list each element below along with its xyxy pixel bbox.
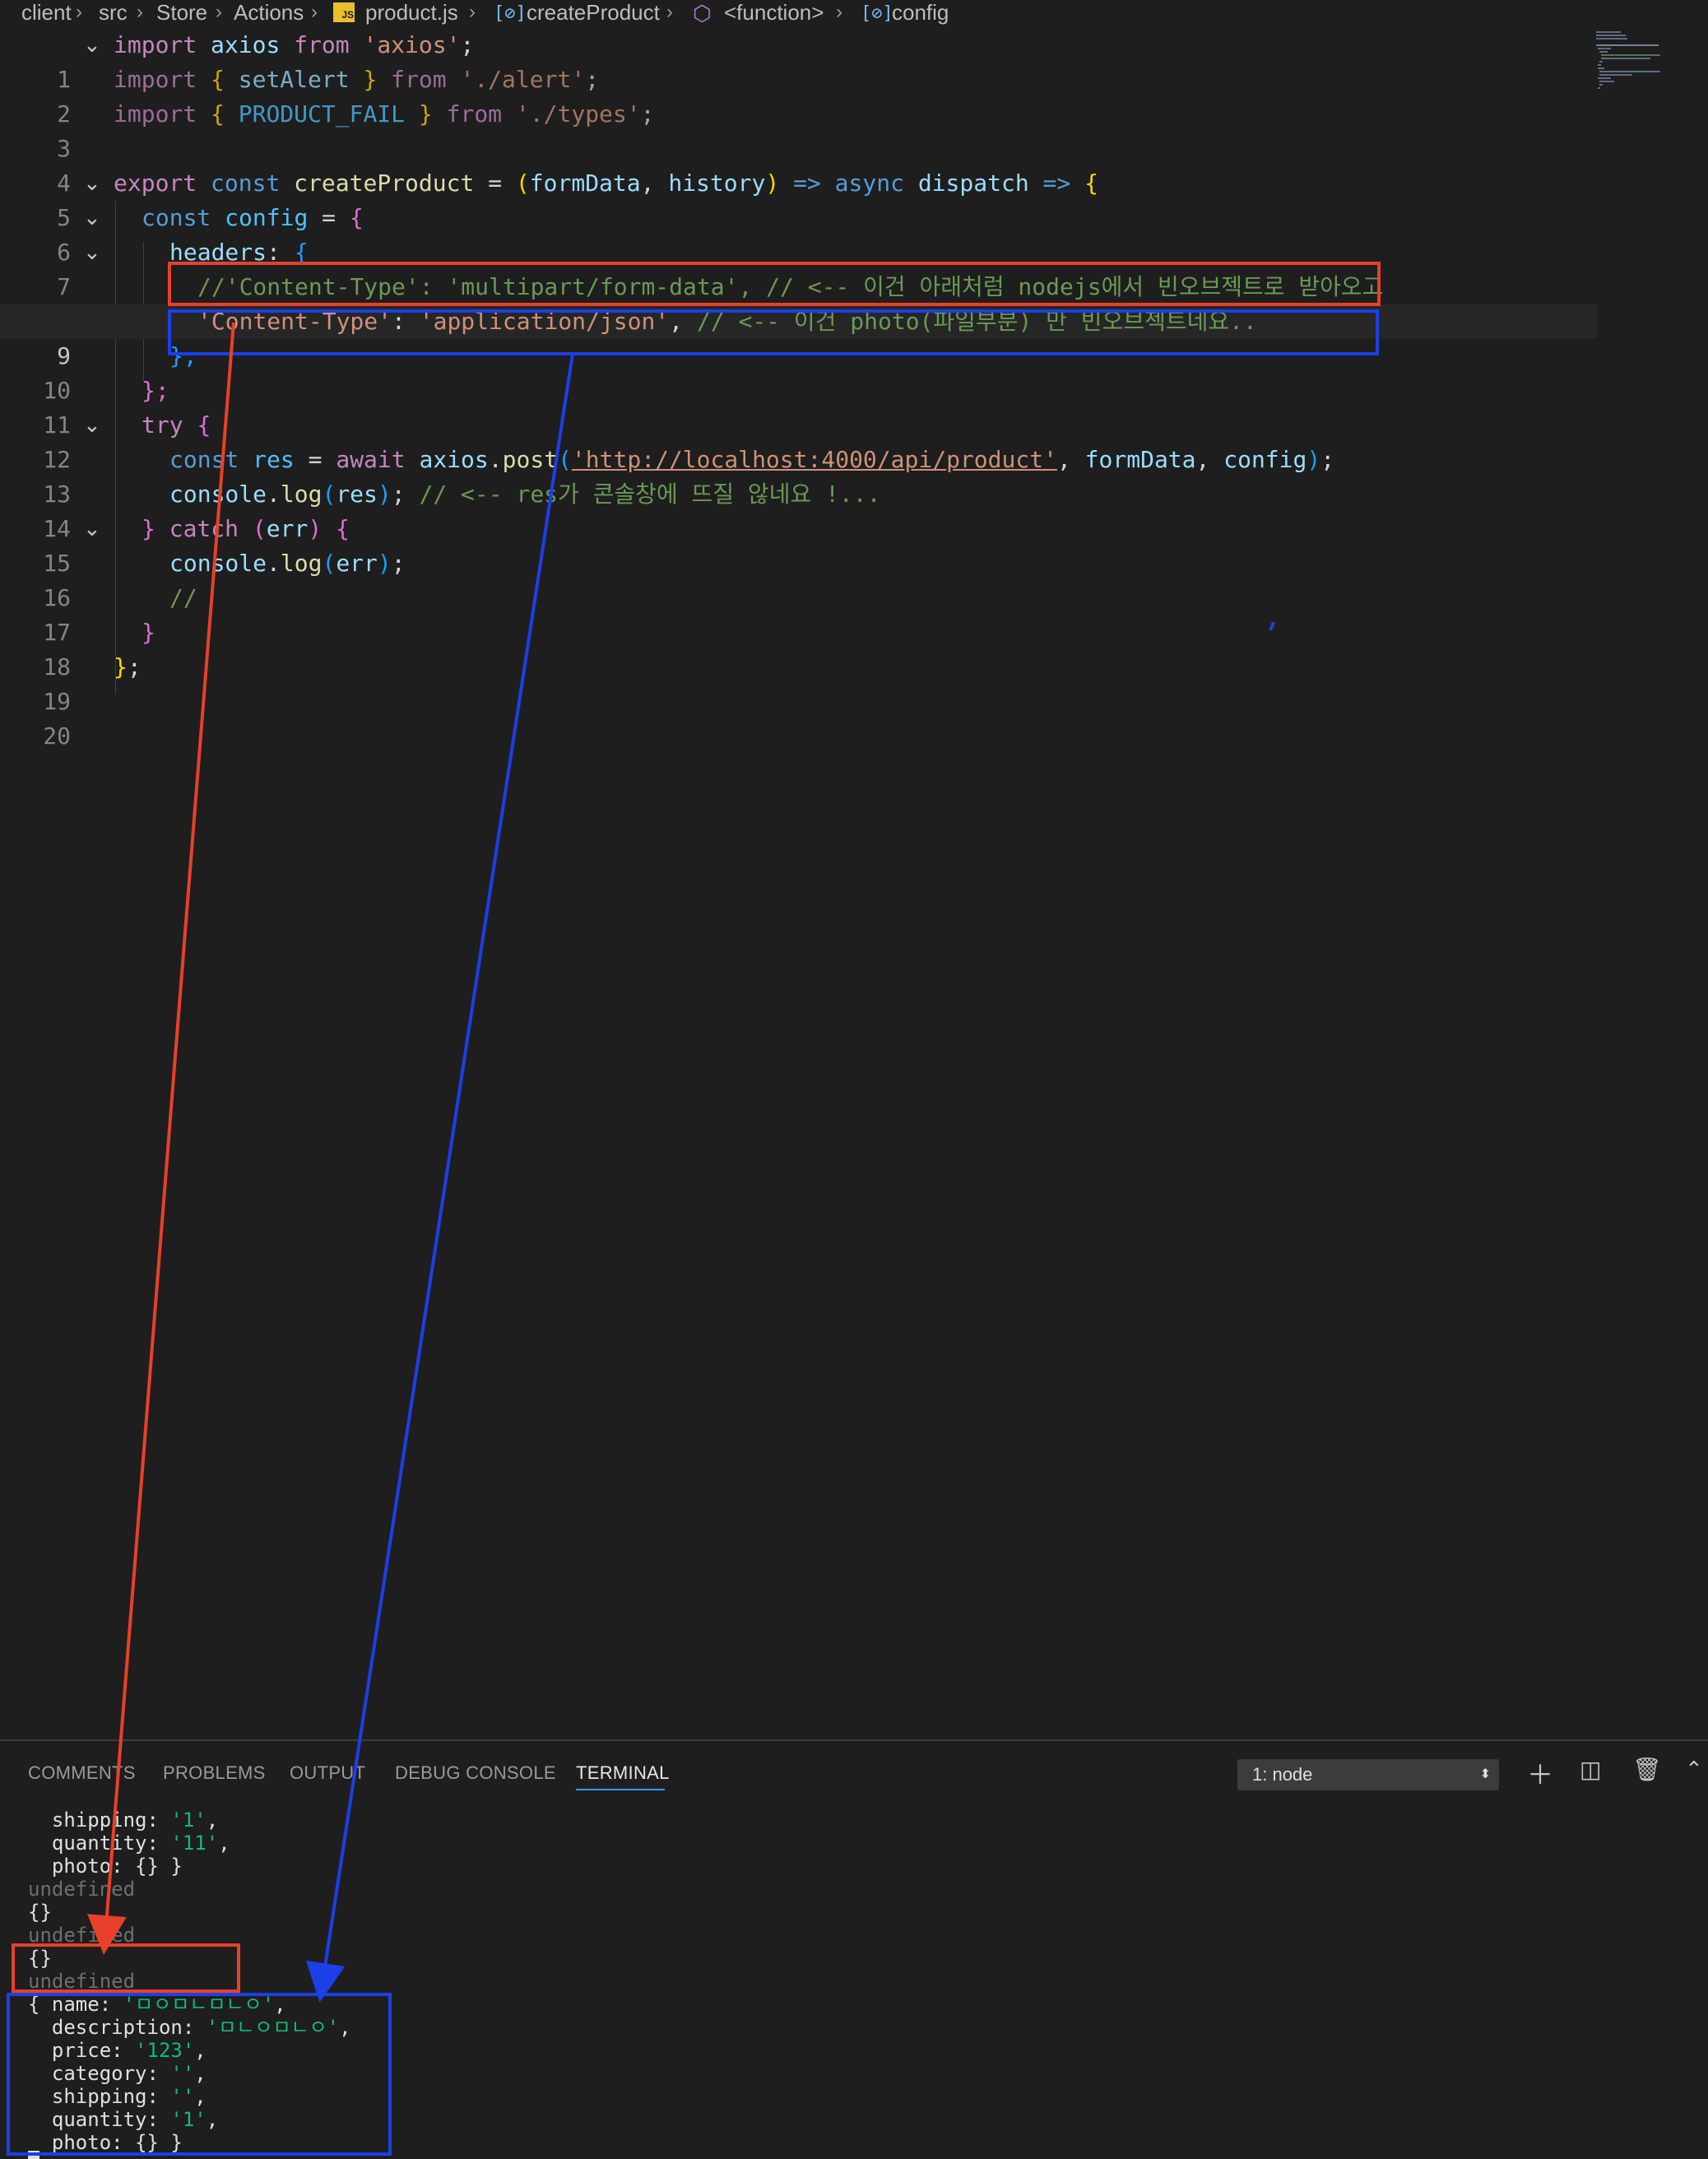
- terminal-line: undefined: [28, 1970, 136, 1993]
- breadcrumb-config[interactable]: config: [892, 0, 949, 25]
- bottom-panel: COMMENTS PROBLEMS OUTPUT DEBUG CONSOLE T…: [0, 1739, 1708, 2159]
- code-text: }: [142, 619, 155, 646]
- code-line-10[interactable]: 10 },: [0, 339, 1598, 404]
- terminal-line: quantity: '11',: [28, 1832, 230, 1855]
- breadcrumb-client[interactable]: client: [21, 0, 72, 25]
- code-text: import { setAlert } from './alert';: [114, 66, 600, 93]
- function-cube-icon: ⬡: [693, 1, 712, 26]
- code-line-11[interactable]: 11 };: [0, 374, 1598, 439]
- code-line-1[interactable]: 1 ⌄ import axios from 'axios';: [0, 28, 1598, 93]
- code-line-8[interactable]: 8 //'Content-Type': 'multipart/form-data…: [0, 270, 1598, 335]
- code-text: };: [142, 377, 169, 404]
- code-text: //'Content-Type': 'multipart/form-data',…: [197, 273, 1384, 300]
- code-text: import { PRODUCT_FAIL } from './types';: [114, 100, 655, 128]
- code-text: 'Content-Type': 'application/json', // <…: [197, 308, 1257, 335]
- terminal-line: { name: 'ㅁㅇㅁㄴㅁㄴㅇ',: [28, 1993, 286, 2016]
- tab-output[interactable]: OUTPUT: [290, 1762, 365, 1784]
- chevron-right-icon: ›: [666, 1, 673, 23]
- trash-icon[interactable]: 🗑: [1632, 1756, 1662, 1783]
- code-text: export const createProduct = (formData, …: [114, 169, 1098, 197]
- chevron-right-icon: ›: [311, 1, 318, 23]
- fold-chevron-icon[interactable]: ⌄: [83, 235, 101, 270]
- code-text: console.log(err);: [169, 550, 406, 577]
- code-text: headers: {: [169, 239, 309, 266]
- breadcrumb-file[interactable]: product.js: [365, 0, 458, 25]
- terminal-line: category: '',: [28, 2062, 207, 2085]
- code-text: },: [169, 342, 197, 369]
- url-link[interactable]: 'http://localhost:4000/api/product': [572, 446, 1057, 473]
- code-text: console.log(res); // <-- res가 콘솔창에 뜨질 않네…: [169, 481, 881, 508]
- code-text: import axios from 'axios';: [114, 31, 475, 58]
- line-number: 20: [43, 722, 71, 750]
- terminal-line: undefined: [28, 1924, 136, 1947]
- fold-chevron-icon[interactable]: ⌄: [83, 201, 101, 235]
- minimap[interactable]: [1596, 28, 1662, 94]
- tab-debug-console[interactable]: DEBUG CONSOLE: [395, 1762, 556, 1784]
- chevron-right-icon: ›: [76, 1, 82, 23]
- breadcrumb-function[interactable]: <function>: [724, 0, 824, 25]
- chevron-right-icon: ›: [137, 1, 143, 23]
- code-line-12[interactable]: 12 ⌄ try {: [0, 408, 1598, 473]
- fold-chevron-icon[interactable]: ⌄: [83, 28, 101, 63]
- code-editor[interactable]: 1 ⌄ import axios from 'axios'; 2 import …: [0, 28, 1598, 1739]
- terminal-select-value: 1: node: [1252, 1764, 1313, 1785]
- terminal-line: price: '123',: [28, 2039, 207, 2062]
- code-line-4[interactable]: 4: [0, 132, 1598, 197]
- terminal-line: photo: {} }: [28, 2131, 183, 2154]
- code-line-15[interactable]: 15 ⌄ } catch (err) {: [0, 512, 1598, 577]
- chevron-right-icon: ›: [836, 1, 842, 23]
- code-line-7[interactable]: 7 ⌄ headers: {: [0, 235, 1598, 300]
- fold-chevron-icon[interactable]: ⌄: [83, 512, 101, 546]
- chevron-up-icon[interactable]: ⌃: [1685, 1757, 1703, 1782]
- plus-icon[interactable]: ＋: [1527, 1754, 1553, 1792]
- breadcrumb: client › src › Store › Actions › JS prod…: [0, 0, 1708, 26]
- fold-chevron-icon[interactable]: ⌄: [83, 408, 101, 443]
- breadcrumb-create-product[interactable]: createProduct: [527, 0, 660, 25]
- split-terminal-icon[interactable]: ◫: [1580, 1756, 1601, 1783]
- code-line-20[interactable]: 20: [0, 685, 1598, 750]
- code-text: try {: [142, 411, 211, 439]
- code-line-14[interactable]: 14 console.log(res); // <-- res가 콘솔창에 뜨질…: [0, 477, 1598, 542]
- updown-arrows-icon: ⬍: [1479, 1767, 1491, 1781]
- code-line-2[interactable]: 2 import { setAlert } from './alert';: [0, 63, 1598, 128]
- terminal-line: description: 'ㅁㄴㅇㅁㄴㅇ',: [28, 2016, 351, 2039]
- terminal-select[interactable]: 1: node ⬍: [1237, 1759, 1499, 1790]
- chevron-right-icon: ›: [216, 1, 222, 23]
- terminal-line: photo: {} }: [28, 1855, 183, 1878]
- terminal-line: {}: [28, 1901, 52, 1924]
- tab-comments[interactable]: COMMENTS: [28, 1762, 136, 1784]
- code-line-9[interactable]: 9 'Content-Type': 'application/json', //…: [0, 304, 1598, 369]
- javascript-file-icon: JS: [333, 2, 355, 22]
- code-line-13[interactable]: 13 const res = await axios.post('http://…: [0, 443, 1598, 508]
- code-line-16[interactable]: 16 console.log(err);: [0, 546, 1598, 611]
- terminal-cursor: [28, 2151, 39, 2159]
- code-text: const res = await axios.post('http://loc…: [169, 446, 1335, 473]
- terminal-line: shipping: '1',: [28, 1808, 219, 1832]
- variable-symbol-icon: [⊘]: [494, 3, 527, 24]
- code-line-17[interactable]: 17 //: [0, 581, 1598, 646]
- breadcrumb-src[interactable]: src: [99, 0, 128, 25]
- code-text: const config = {: [142, 204, 364, 231]
- breadcrumb-store[interactable]: Store: [156, 0, 207, 25]
- terminal-line: shipping: '',: [28, 2085, 207, 2108]
- code-text: } catch (err) {: [142, 515, 350, 542]
- terminal-line: quantity: '1',: [28, 2108, 219, 2131]
- code-line-5[interactable]: 5 ⌄ export const createProduct = (formDa…: [0, 166, 1598, 231]
- fold-chevron-icon[interactable]: ⌄: [83, 166, 101, 201]
- breadcrumb-actions[interactable]: Actions: [234, 0, 304, 25]
- code-line-18[interactable]: 18 }: [0, 615, 1598, 680]
- terminal-line: undefined: [28, 1878, 136, 1901]
- code-line-19[interactable]: 19 };: [0, 650, 1598, 715]
- code-line-6[interactable]: 6 ⌄ const config = {: [0, 201, 1598, 266]
- code-text: };: [114, 653, 142, 680]
- code-line-3[interactable]: 3 import { PRODUCT_FAIL } from './types'…: [0, 97, 1598, 162]
- tab-problems[interactable]: PROBLEMS: [163, 1762, 266, 1784]
- code-text: //: [169, 584, 197, 611]
- chevron-right-icon: ›: [469, 1, 476, 23]
- active-tab-indicator: [576, 1789, 665, 1790]
- variable-symbol-icon: [⊘]: [861, 3, 893, 24]
- terminal-line: {}: [28, 1947, 52, 1970]
- tab-terminal[interactable]: TERMINAL: [576, 1762, 670, 1784]
